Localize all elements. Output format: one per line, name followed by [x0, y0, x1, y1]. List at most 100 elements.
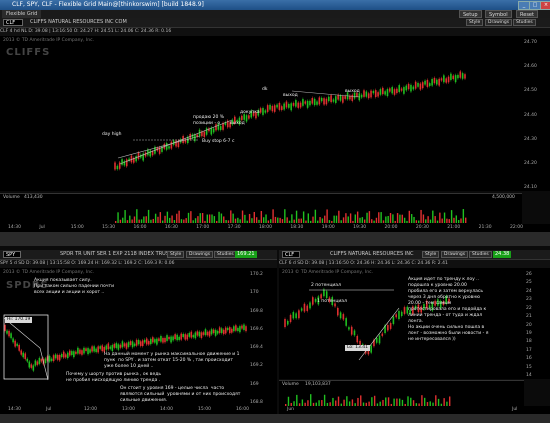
candle-body [461, 73, 464, 79]
volume-bar [434, 216, 436, 223]
candle-body [398, 85, 401, 92]
top-panel-header: CLF CLIFFS NATURAL RESOURCES INC COM Sty… [0, 18, 550, 28]
volume-bar [310, 394, 312, 406]
price-tick: 24.50 [524, 88, 537, 94]
candle-body [454, 75, 457, 83]
candle-body [428, 83, 431, 86]
candle-body [262, 108, 264, 115]
volume-bar [366, 212, 368, 223]
volume-bar [385, 216, 387, 223]
volume-bar [309, 220, 312, 223]
top-style-button[interactable]: Style [466, 19, 484, 26]
volume-bar [437, 398, 440, 406]
volume-bar [284, 209, 286, 223]
candle-body [269, 104, 271, 110]
volume-bar [347, 216, 349, 223]
candle-body [241, 115, 243, 121]
candle-body [4, 325, 6, 331]
volume-bar [225, 219, 227, 223]
tab-flexible-grid[interactable]: Flexible Grid [2, 10, 42, 18]
candle-body [203, 131, 206, 137]
left-symbol-input[interactable]: SPY [3, 251, 21, 258]
volume-bar [206, 214, 209, 223]
volume-bar [401, 214, 403, 223]
volume-bar [436, 220, 439, 223]
volume-bar [220, 213, 223, 223]
candle-body [50, 358, 53, 361]
close-icon[interactable]: × [540, 1, 550, 10]
candle-body [156, 338, 158, 345]
top-drawings-button[interactable]: Drawings [485, 19, 513, 26]
candle-body [188, 332, 191, 337]
candle-body [139, 341, 142, 346]
candle-body [200, 332, 203, 338]
volume-bar [234, 218, 237, 223]
top-studies-button[interactable]: Studies [513, 19, 536, 26]
volume-bar [251, 218, 253, 223]
volume-bar [272, 209, 274, 223]
right-symbol-input[interactable]: CLF [282, 251, 300, 258]
right-studies-button[interactable]: Studies [469, 251, 492, 258]
top-price-chart[interactable]: 2013 © TD Ameritrade IP Company, Inc. CL… [0, 36, 522, 191]
candle-body [150, 338, 152, 345]
candle-body [40, 358, 43, 362]
volume-bar [413, 216, 415, 223]
volume-bar [415, 220, 418, 223]
candle-body [20, 350, 23, 355]
right-panel-header: CLF CLIFFS NATURAL RESOURCES INC Style D… [279, 250, 550, 260]
top-symbol-input[interactable]: CLF [3, 19, 23, 26]
reset-button[interactable]: Reset [516, 10, 538, 18]
candle-body [378, 335, 381, 344]
candle-body [309, 100, 311, 106]
right-price-chart[interactable]: 2013 © TD Ameritrade IP Company, Inc. 2 … [279, 268, 524, 379]
volume-bar [115, 221, 117, 223]
candle-body [367, 93, 370, 99]
symbol-button[interactable]: Symbol [485, 10, 512, 18]
volume-bar [143, 216, 145, 223]
candle-body [141, 340, 144, 347]
candle-body [245, 326, 247, 332]
candle-body [166, 335, 168, 341]
volume-bar [317, 220, 319, 223]
candle-body [170, 336, 172, 343]
left-price-chart[interactable]: 2013 © TD Ameritrade IP Company, Inc. SP… [0, 268, 248, 406]
candle-body [145, 338, 148, 345]
price-tick: 170.2 [250, 272, 263, 277]
candle-body [116, 165, 119, 170]
candle-body [8, 330, 10, 337]
price-tick: 169.6 [250, 326, 263, 332]
candle-body [417, 82, 419, 87]
volume-bar [199, 213, 201, 223]
candle-body [309, 302, 311, 309]
ann-sold: продаю 20 % позиции - о [193, 115, 225, 126]
candle-body [395, 314, 397, 318]
candle-body [125, 343, 128, 349]
right-style-button[interactable]: Style [422, 251, 440, 258]
left-style-button[interactable]: Style [167, 251, 185, 258]
candle-body [160, 335, 162, 342]
time-tick: 21:00 [447, 225, 461, 230]
volume-bar [185, 218, 187, 223]
volume-bar [340, 220, 342, 223]
candle-body [350, 326, 353, 335]
top-symbol-desc: CLIFFS NATURAL RESOURCES INC COM [30, 19, 127, 25]
volume-bar [443, 398, 445, 406]
left-studies-button[interactable]: Studies [214, 251, 237, 258]
candle-body [123, 343, 126, 347]
candle-body [77, 347, 79, 354]
time-tick: Jul [512, 407, 518, 412]
candle-body [222, 329, 225, 335]
price-tick: 24.60 [524, 64, 537, 70]
volume-bar [208, 214, 211, 223]
candle-body [168, 336, 170, 340]
volume-bar [239, 219, 241, 223]
setup-button[interactable]: Setup [459, 10, 482, 18]
price-tick: 14 [526, 373, 532, 378]
candle-body [56, 354, 59, 360]
candle-body [93, 346, 95, 352]
right-drawings-button[interactable]: Drawings [441, 251, 469, 258]
left-drawings-button[interactable]: Drawings [186, 251, 214, 258]
volume-bar [429, 219, 432, 223]
volume-bar [352, 220, 354, 223]
volume-bar [455, 215, 458, 223]
